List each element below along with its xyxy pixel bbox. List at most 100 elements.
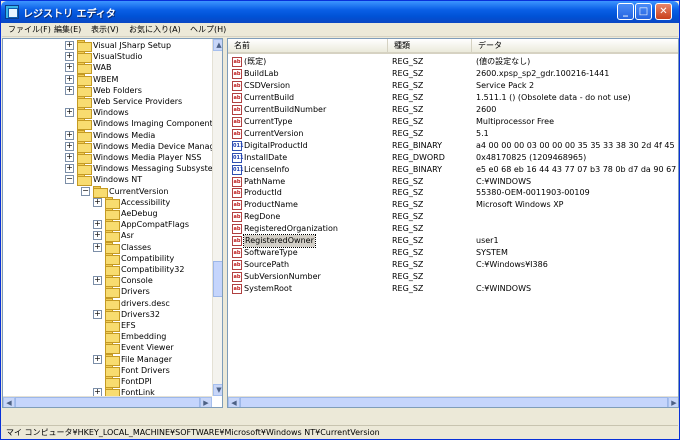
value-row[interactable]: ab BuildLab REG_SZ 2600.xpsp_sp2_gdr.100216…: [228, 68, 678, 80]
value-row[interactable]: ab PathName REG_SZ C:¥WINDOWS: [228, 176, 678, 188]
tree-item[interactable]: + Console: [3, 275, 211, 288]
collapse-minus-icon[interactable]: −: [81, 186, 90, 196]
value-row[interactable]: ab CurrentBuild REG_SZ 1.511.1 () (Obsolete…: [228, 92, 678, 104]
value-row[interactable]: ab SourcePath REG_SZ C:¥Windows¥I386: [228, 259, 678, 271]
tree-item[interactable]: drivers.desc: [3, 297, 211, 310]
tree-item[interactable]: Event Viewer: [3, 342, 211, 355]
value-row[interactable]: ab ProductId REG_SZ 55380-OEM-0011903-00109: [228, 187, 678, 199]
value-row[interactable]: ab CurrentType REG_SZ Multiprocessor Free: [228, 116, 678, 128]
tree-item[interactable]: + Accessibility: [3, 196, 211, 209]
expand-plus-icon[interactable]: +: [65, 41, 74, 50]
minimize-button[interactable]: _: [617, 3, 634, 20]
expand-plus-icon[interactable]: +: [65, 130, 74, 140]
tree-item[interactable]: + Visual JSharp Setup: [3, 40, 211, 52]
menu-favorites[interactable]: お気に入り(A): [129, 24, 181, 35]
tree-item[interactable]: + Windows Media: [3, 129, 211, 142]
expand-plus-icon[interactable]: +: [65, 141, 74, 151]
maximize-button[interactable]: □: [635, 3, 652, 20]
title-bar[interactable]: レジストリ エディタ _ □ ✕: [1, 1, 679, 23]
tree-item[interactable]: + Drivers32: [3, 308, 211, 321]
value-row[interactable]: ab CSDVersion REG_SZ Service Pack 2: [228, 80, 678, 92]
tree-item[interactable]: − CurrentVersion: [3, 185, 211, 198]
tree-item[interactable]: Windows Imaging Component: [3, 118, 213, 131]
tree-item[interactable]: + AppCompatFlags: [3, 219, 211, 232]
list-horizontal-scrollbar[interactable]: ◀ ▶: [228, 396, 678, 407]
value-row[interactable]: 011 LicenseInfo REG_BINARY e5 e0 68 eb 16 4…: [228, 164, 678, 176]
column-header-name[interactable]: 名前: [228, 39, 388, 52]
expand-plus-icon[interactable]: +: [65, 164, 74, 174]
menu-edit[interactable]: 編集(E): [54, 24, 81, 35]
expand-plus-icon[interactable]: +: [65, 153, 74, 162]
value-row[interactable]: 011 InstallDate REG_DWORD 0x48170825 (12094…: [228, 152, 678, 164]
value-row[interactable]: ab RegisteredOrganization REG_SZ: [228, 223, 678, 235]
value-row[interactable]: ab (既定) REG_SZ (値の設定なし): [228, 56, 678, 68]
value-row[interactable]: 011 DigitalProductId REG_BINARY a4 00 00 00…: [228, 140, 678, 152]
menu-view[interactable]: 表示(V): [91, 24, 119, 35]
expand-plus-icon[interactable]: +: [93, 276, 102, 286]
expand-plus-icon[interactable]: +: [93, 354, 102, 364]
scroll-down-arrow-icon[interactable]: ▼: [213, 384, 222, 396]
registry-key-tree[interactable]: + Visual JSharp Setup + VisualStudio + WAB + WB…: [2, 38, 223, 408]
expand-plus-icon[interactable]: +: [65, 52, 74, 62]
tree-item[interactable]: + File Manager: [3, 353, 211, 366]
value-row[interactable]: ab CurrentBuildNumber REG_SZ 2600: [228, 104, 678, 116]
tree-item[interactable]: + Windows Media Player NSS: [3, 152, 211, 164]
expand-plus-icon[interactable]: +: [93, 197, 102, 207]
tree-item[interactable]: + Web Folders: [3, 84, 211, 97]
registry-values-list[interactable]: 名前 種類 データ ab (既定) REG_SZ (値の設定なし) ab BuildLab…: [227, 38, 679, 408]
folder-icon: [105, 320, 120, 332]
value-data: Microsoft Windows XP: [476, 200, 564, 210]
tree-horizontal-scrollbar[interactable]: ◀ ▶: [3, 396, 212, 407]
list-hscroll-thumb[interactable]: [240, 397, 668, 407]
menu-file[interactable]: ファイル(F): [8, 24, 51, 35]
value-data: C:¥WINDOWS: [476, 284, 532, 294]
tree-item[interactable]: Drivers: [3, 286, 211, 299]
scroll-left-arrow-icon[interactable]: ◀: [3, 397, 15, 407]
tree-scroll-thumb[interactable]: [213, 261, 222, 297]
close-button[interactable]: ✕: [655, 3, 672, 20]
tree-item[interactable]: + Windows Messaging Subsystem: [3, 163, 220, 176]
tree-item[interactable]: Compatibility32: [3, 264, 211, 276]
collapse-minus-icon[interactable]: −: [65, 175, 74, 185]
expand-plus-icon[interactable]: +: [65, 108, 74, 118]
tree-item[interactable]: + Asr: [3, 230, 211, 243]
tree-item[interactable]: AeDebug: [3, 208, 211, 220]
tree-item[interactable]: + Windows Media Device Manager: [3, 140, 222, 153]
menu-help[interactable]: ヘルプ(H): [190, 24, 226, 35]
value-row[interactable]: ab ProductName REG_SZ Microsoft Windows XP: [228, 199, 678, 211]
tree-item[interactable]: − Windows NT: [3, 174, 211, 187]
value-row[interactable]: ab SystemRoot REG_SZ C:¥WINDOWS: [228, 283, 678, 295]
tree-item[interactable]: + Classes: [3, 241, 211, 254]
value-row[interactable]: ab SoftwareType REG_SZ SYSTEM: [228, 247, 678, 259]
value-row[interactable]: ab CurrentVersion REG_SZ 5.1: [228, 128, 678, 140]
expand-plus-icon[interactable]: +: [65, 63, 74, 73]
tree-item[interactable]: Font Drivers: [3, 364, 211, 377]
tree-item[interactable]: + VisualStudio: [3, 51, 211, 64]
value-row[interactable]: ab RegisteredOwner REG_SZ user1: [228, 234, 678, 249]
expand-plus-icon[interactable]: +: [93, 220, 102, 230]
expand-plus-icon[interactable]: +: [93, 309, 102, 319]
value-row[interactable]: ab RegDone REG_SZ: [228, 211, 678, 223]
expand-plus-icon[interactable]: +: [65, 74, 74, 84]
tree-vertical-scrollbar[interactable]: ▲ ▼: [212, 39, 222, 396]
registry-app-icon: [5, 5, 19, 19]
tree-item[interactable]: Embedding: [3, 331, 211, 344]
column-header-type[interactable]: 種類: [388, 39, 472, 52]
tree-hscroll-thumb[interactable]: [15, 397, 200, 407]
expand-plus-icon[interactable]: +: [65, 85, 74, 95]
scroll-up-arrow-icon[interactable]: ▲: [213, 39, 222, 51]
column-header-data[interactable]: データ: [472, 39, 678, 52]
tree-item[interactable]: + WAB: [3, 62, 211, 75]
expand-plus-icon[interactable]: +: [93, 242, 102, 252]
tree-item[interactable]: Compatibility: [3, 252, 211, 265]
scroll-left-arrow-icon[interactable]: ◀: [228, 397, 240, 407]
expand-plus-icon[interactable]: +: [93, 231, 102, 241]
tree-item[interactable]: + Windows: [3, 107, 211, 120]
scroll-right-arrow-icon[interactable]: ▶: [200, 397, 212, 407]
tree-item[interactable]: Web Service Providers: [3, 96, 211, 108]
tree-item[interactable]: FontDPI: [3, 376, 211, 388]
tree-item[interactable]: + WBEM: [3, 73, 211, 86]
scroll-right-arrow-icon[interactable]: ▶: [668, 397, 678, 407]
tree-item[interactable]: EFS: [3, 320, 211, 332]
value-row[interactable]: ab SubVersionNumber REG_SZ: [228, 271, 678, 283]
